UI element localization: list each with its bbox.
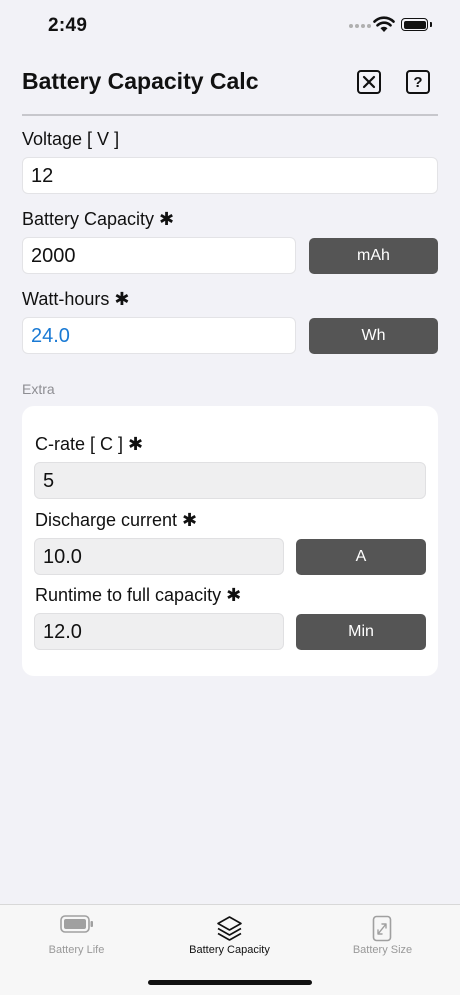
c-rate-input[interactable]: 5 — [34, 462, 426, 499]
discharge-input[interactable]: 10.0 — [34, 538, 284, 575]
clear-button[interactable] — [357, 70, 381, 94]
wifi-icon — [373, 16, 395, 32]
close-icon — [362, 75, 376, 89]
help-icon: ? — [413, 73, 423, 91]
discharge-label: Discharge current ✱ — [35, 510, 198, 530]
runtime-label: Runtime to full capacity ✱ — [35, 585, 242, 605]
c-rate-label: C-rate [ C ] ✱ — [35, 434, 144, 454]
watt-hours-label: Watt-hours ✱ — [22, 289, 130, 309]
page-title: Battery Capacity Calc — [22, 68, 259, 94]
help-button[interactable]: ? — [406, 70, 430, 94]
runtime-input[interactable]: 12.0 — [34, 613, 284, 650]
status-time: 2:49 — [48, 15, 88, 36]
discharge-unit-button[interactable]: A — [296, 539, 426, 575]
extra-section-title: Extra — [22, 381, 55, 397]
runtime-unit-button[interactable]: Min — [296, 614, 426, 650]
voltage-input[interactable]: 12 — [22, 157, 438, 194]
watt-hours-unit-button[interactable]: Wh — [309, 318, 438, 354]
tab-label: Battery Capacity — [189, 944, 270, 956]
capacity-input[interactable]: 2000 — [22, 237, 296, 274]
watt-hours-input[interactable]: 24.0 — [22, 317, 296, 354]
battery-icon — [60, 915, 93, 933]
battery-status-icon — [401, 18, 428, 31]
layers-icon — [217, 916, 242, 941]
status-bar: 2:49 — [0, 0, 460, 52]
capacity-unit-button[interactable]: mAh — [309, 238, 438, 274]
home-indicator — [148, 980, 312, 985]
tab-label: Battery Size — [352, 944, 413, 956]
voltage-label: Voltage [ V ] — [22, 129, 120, 149]
tab-battery-size[interactable]: Battery Size — [306, 905, 459, 965]
capacity-label: Battery Capacity ✱ — [22, 209, 175, 229]
resize-icon — [372, 915, 392, 942]
tab-battery-life[interactable]: Battery Life — [0, 905, 153, 965]
tab-label: Battery Life — [48, 944, 105, 956]
extra-card: C-rate [ C ] ✱ 5 Discharge current ✱ 10.… — [22, 406, 438, 676]
header-divider — [22, 114, 438, 116]
tab-battery-capacity[interactable]: Battery Capacity — [153, 905, 306, 965]
signal-icon — [349, 24, 371, 28]
